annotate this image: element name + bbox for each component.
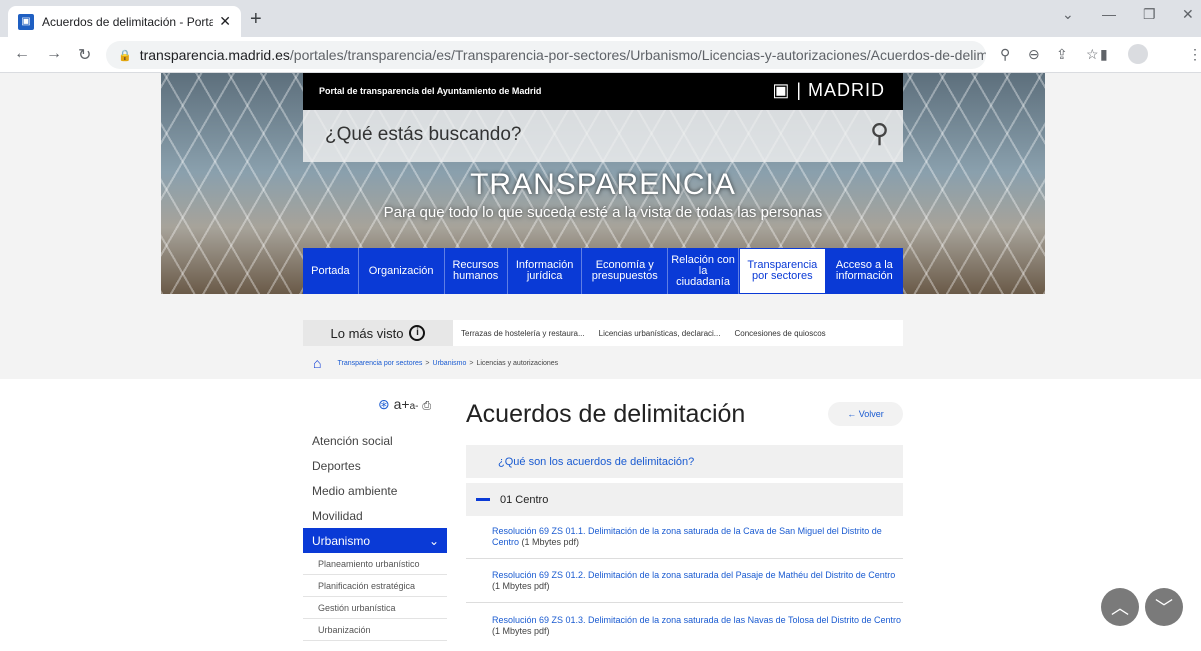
portal-topbar: Portal de transparencia del Ayuntamiento… bbox=[303, 73, 903, 110]
font-decrease-icon[interactable]: a- bbox=[410, 401, 419, 412]
nav-item-organizacion[interactable]: Organización bbox=[359, 248, 445, 294]
most-seen-link[interactable]: Concesiones de quioscos bbox=[734, 329, 825, 338]
scroll-down-button[interactable]: ﹀ bbox=[1145, 588, 1183, 626]
sidebar-subitem[interactable]: Gestión urbanística bbox=[303, 597, 447, 619]
back-arrow-icon[interactable]: ← bbox=[14, 45, 30, 63]
scroll-up-button[interactable]: ︿ bbox=[1101, 588, 1139, 626]
breadcrumb-separator: > bbox=[469, 359, 474, 367]
new-tab-icon[interactable]: + bbox=[250, 8, 262, 31]
nav-item-informacion-juridica[interactable]: Información jurídica bbox=[508, 248, 583, 294]
url-host: transparencia.madrid.es bbox=[139, 47, 290, 63]
document-size: (1 Mbytes pdf) bbox=[492, 626, 550, 636]
close-tab-icon[interactable]: ✕ bbox=[219, 13, 231, 30]
main-navigation: Portada Organización Recursos humanos In… bbox=[303, 248, 903, 294]
madrid-logo[interactable]: ▣ | MADRID bbox=[772, 80, 885, 101]
breadcrumb-current: Licencias y autorizaciones bbox=[476, 359, 559, 367]
bookmark-star-icon[interactable]: ☆ bbox=[1086, 46, 1099, 63]
headline-tagline: Para que todo lo que suceda esté a la vi… bbox=[383, 204, 823, 221]
most-seen-links: Terrazas de hostelería y restaura... Lic… bbox=[461, 320, 840, 346]
madrid-favicon-icon: ▣ bbox=[18, 13, 34, 30]
most-seen-bar: Lo más visto i Terrazas de hostelería y r… bbox=[303, 320, 903, 346]
browser-tab[interactable]: ▣ Acuerdos de delimitación - Porta ✕ bbox=[8, 6, 241, 37]
share-icon[interactable]: ⊛ bbox=[378, 396, 390, 412]
share-icon[interactable]: ⇪ bbox=[1056, 46, 1068, 63]
browser-tab-bar: ▣ Acuerdos de delimitación - Porta ✕ + ⌄… bbox=[0, 0, 1201, 37]
search-icon[interactable]: ⚲ bbox=[1000, 46, 1010, 63]
search-bar[interactable]: ¿Qué estás buscando? ⚲ bbox=[303, 110, 903, 162]
sidebar-subitem[interactable]: Planificación estratégica bbox=[303, 575, 447, 597]
breadcrumb-separator: > bbox=[425, 359, 430, 367]
menu-dots-icon[interactable]: ⋮ bbox=[1188, 46, 1201, 63]
most-seen-link[interactable]: Licencias urbanísticas, declaraci... bbox=[599, 329, 721, 338]
document-link[interactable]: Resolución 69 ZS 01.1. Delimitación de l… bbox=[466, 526, 903, 559]
most-seen-link[interactable]: Terrazas de hostelería y restaura... bbox=[461, 329, 585, 338]
lock-icon: 🔒 bbox=[118, 49, 132, 62]
nav-item-relacion-ciudadania[interactable]: Relación con la ciudadanía bbox=[668, 248, 739, 294]
side-panel-icon[interactable]: ▮ bbox=[1100, 46, 1108, 63]
document-size: (1 Mbytes pdf) bbox=[521, 537, 580, 547]
most-seen-label: Lo más visto i bbox=[303, 320, 453, 346]
document-link[interactable]: Resolución 69 ZS 01.2. Delimitación de l… bbox=[466, 570, 903, 603]
profile-avatar-icon[interactable] bbox=[1128, 44, 1148, 64]
breadcrumb-link[interactable]: Transparencia por sectores bbox=[337, 360, 422, 367]
zoom-icon[interactable]: ⊖ bbox=[1028, 46, 1040, 63]
nav-item-portada[interactable]: Portada bbox=[303, 248, 359, 294]
reload-icon[interactable]: ↻ bbox=[78, 45, 91, 65]
chevron-down-icon[interactable]: ⌄ bbox=[1062, 6, 1074, 23]
sidebar-item-medio-ambiente[interactable]: Medio ambiente bbox=[303, 478, 447, 503]
sidebar: Atención social Deportes Medio ambiente … bbox=[303, 428, 447, 641]
sidebar-item-label: Urbanismo bbox=[312, 533, 371, 548]
restore-icon[interactable]: ❐ bbox=[1143, 6, 1156, 23]
sidebar-item-atencion-social[interactable]: Atención social bbox=[303, 428, 447, 453]
hero-headline: TRANSPARENCIA Para que todo lo que suced… bbox=[303, 168, 903, 221]
tab-title: Acuerdos de delimitación - Porta bbox=[42, 14, 214, 29]
chevron-down-icon: ⌄ bbox=[428, 533, 439, 548]
sidebar-subitem[interactable]: Planeamiento urbanístico bbox=[303, 553, 447, 575]
nav-item-recursos-humanos[interactable]: Recursos humanos bbox=[445, 248, 508, 294]
sidebar-subitem[interactable]: Urbanización bbox=[303, 619, 447, 641]
section-accordion[interactable]: 01 Centro bbox=[466, 483, 903, 516]
url-path: /portales/transparencia/es/Transparencia… bbox=[289, 47, 986, 63]
sidebar-item-movilidad[interactable]: Movilidad bbox=[303, 503, 447, 528]
url-field[interactable]: 🔒 transparencia.madrid.es/portales/trans… bbox=[106, 41, 986, 69]
close-window-icon[interactable]: ✕ bbox=[1182, 6, 1194, 23]
forward-arrow-icon[interactable]: → bbox=[46, 45, 62, 63]
nav-item-economia[interactable]: Economía y presupuestos bbox=[582, 248, 669, 294]
page-content: Portal de transparencia del Ayuntamiento… bbox=[0, 73, 1201, 651]
search-icon[interactable]: ⚲ bbox=[870, 118, 889, 149]
address-bar-row: ← → ↻ 🔒 transparencia.madrid.es/portales… bbox=[0, 37, 1201, 73]
headline-title: TRANSPARENCIA bbox=[470, 168, 736, 201]
back-button[interactable]: ← Volver bbox=[828, 402, 903, 426]
sidebar-item-urbanismo[interactable]: Urbanismo ⌄ bbox=[303, 528, 447, 553]
home-icon[interactable]: ⌂ bbox=[313, 355, 321, 371]
minimize-icon[interactable]: — bbox=[1102, 6, 1116, 22]
print-icon[interactable]: ⎙ bbox=[422, 400, 431, 412]
faq-accordion[interactable]: ¿Qué son los acuerdos de delimitación? bbox=[466, 445, 903, 478]
font-increase-icon[interactable]: a+ bbox=[394, 396, 410, 412]
nav-item-acceso-informacion[interactable]: Acceso a la información bbox=[826, 248, 903, 294]
search-input[interactable]: ¿Qué estás buscando? bbox=[325, 124, 521, 146]
breadcrumb: ⌂ Transparencia por sectores > Urbanismo… bbox=[303, 353, 558, 373]
breadcrumb-link[interactable]: Urbanismo bbox=[433, 360, 467, 367]
collapse-icon bbox=[476, 498, 490, 501]
portal-title: Portal de transparencia del Ayuntamiento… bbox=[319, 86, 542, 96]
nav-item-transparencia-sectores[interactable]: Transparencia por sectores bbox=[738, 248, 826, 294]
document-size: (1 Mbytes pdf) bbox=[492, 581, 550, 591]
page-tools: ⊛ a+a- ⎙ bbox=[378, 396, 431, 413]
info-icon[interactable]: i bbox=[409, 325, 426, 341]
sidebar-item-deportes[interactable]: Deportes bbox=[303, 453, 447, 478]
page-title: Acuerdos de delimitación bbox=[466, 400, 746, 428]
document-link[interactable]: Resolución 69 ZS 01.3. Delimitación de l… bbox=[466, 615, 903, 645]
section-label: 01 Centro bbox=[500, 493, 549, 506]
